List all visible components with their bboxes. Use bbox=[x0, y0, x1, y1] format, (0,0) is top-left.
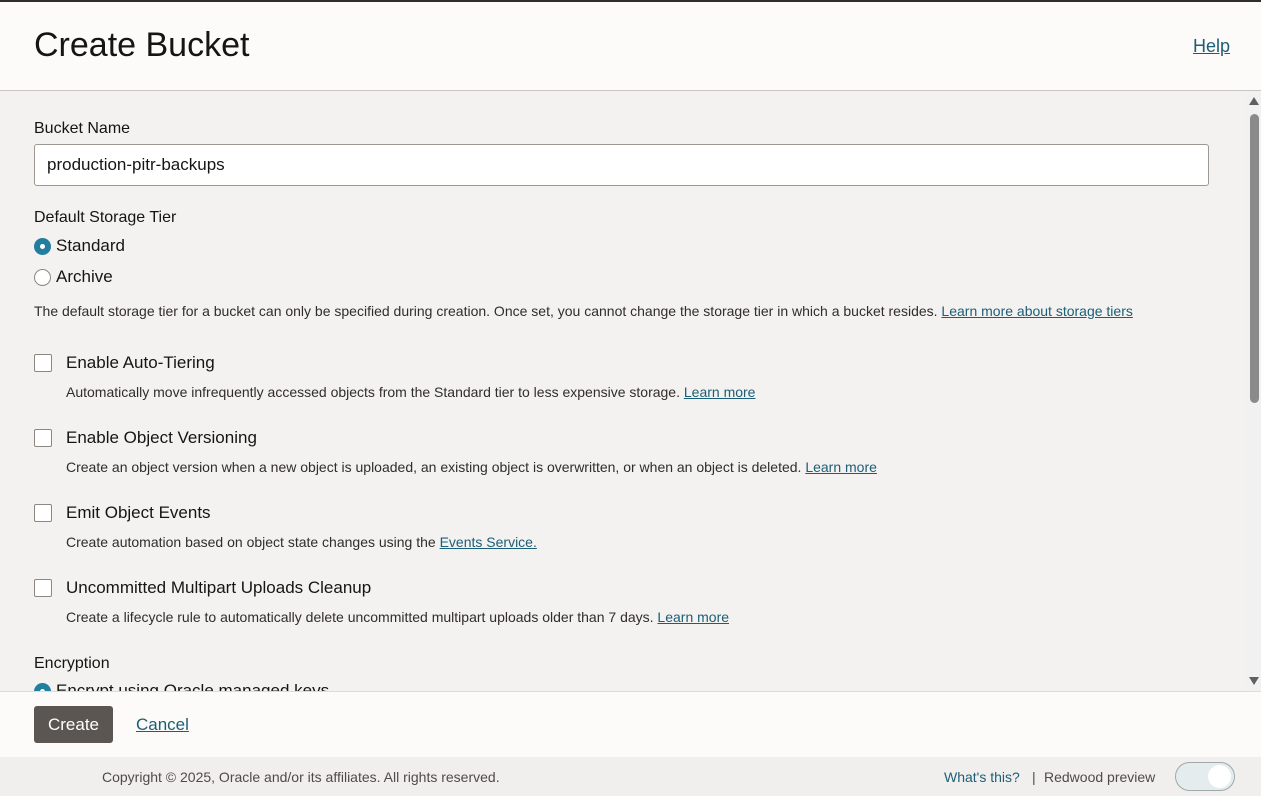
auto-tiering-checkbox[interactable] bbox=[34, 354, 52, 372]
object-versioning-checkbox[interactable] bbox=[34, 429, 52, 447]
object-versioning-label: Enable Object Versioning bbox=[66, 428, 257, 447]
bucket-name-input[interactable] bbox=[34, 144, 1209, 186]
whats-this-link[interactable]: What's this? bbox=[944, 769, 1020, 785]
object-versioning-learn-more-link[interactable]: Learn more bbox=[805, 459, 877, 475]
radio-selected-icon bbox=[34, 682, 51, 691]
help-link[interactable]: Help bbox=[1193, 36, 1230, 57]
multipart-cleanup-learn-more-link[interactable]: Learn more bbox=[657, 609, 729, 625]
storage-tier-help: The default storage tier for a bucket ca… bbox=[34, 303, 1133, 319]
auto-tiering-description-text: Automatically move infrequently accessed… bbox=[66, 384, 680, 400]
storage-tiers-learn-more-link[interactable]: Learn more about storage tiers bbox=[941, 303, 1132, 319]
scroll-up-arrow-icon[interactable] bbox=[1249, 97, 1259, 105]
toggle-knob bbox=[1208, 765, 1231, 788]
storage-tier-label: Default Storage Tier bbox=[34, 209, 177, 226]
emit-events-description-text: Create automation based on object state … bbox=[66, 534, 436, 550]
emit-events-description: Create automation based on object state … bbox=[66, 534, 537, 550]
emit-events-checkbox-row[interactable]: Emit Object Events bbox=[34, 503, 211, 523]
radio-standard-label: Standard bbox=[56, 236, 125, 255]
form-actions-bar: Create Cancel bbox=[0, 691, 1261, 758]
multipart-cleanup-description-text: Create a lifecycle rule to automatically… bbox=[66, 609, 654, 625]
redwood-preview-label: Redwood preview bbox=[1044, 769, 1156, 785]
radio-selected-icon bbox=[34, 237, 51, 255]
auto-tiering-label: Enable Auto-Tiering bbox=[66, 353, 215, 372]
footer-separator: | bbox=[1032, 769, 1036, 785]
auto-tiering-checkbox-row[interactable]: Enable Auto-Tiering bbox=[34, 353, 215, 373]
scrollbar-thumb[interactable] bbox=[1250, 114, 1259, 403]
radio-unselected-icon bbox=[34, 268, 51, 286]
radio-archive-label: Archive bbox=[56, 267, 113, 286]
multipart-cleanup-label: Uncommitted Multipart Uploads Cleanup bbox=[66, 578, 372, 597]
radio-oracle-managed-keys-label: Encrypt using Oracle managed keys bbox=[56, 681, 330, 691]
panel-header: Create Bucket Help bbox=[0, 2, 1261, 91]
auto-tiering-learn-more-link[interactable]: Learn more bbox=[684, 384, 756, 400]
redwood-preview-toggle[interactable] bbox=[1175, 762, 1235, 791]
object-versioning-checkbox-row[interactable]: Enable Object Versioning bbox=[34, 428, 257, 448]
copyright-text: Copyright © 2025, Oracle and/or its affi… bbox=[102, 769, 500, 785]
create-bucket-form: Bucket Name Default Storage Tier Standar… bbox=[0, 91, 1246, 691]
radio-archive[interactable]: Archive bbox=[34, 267, 113, 287]
page-title: Create Bucket bbox=[34, 26, 250, 64]
radio-standard[interactable]: Standard bbox=[34, 236, 125, 256]
vertical-scrollbar[interactable] bbox=[1246, 91, 1261, 691]
storage-tier-help-text: The default storage tier for a bucket ca… bbox=[34, 303, 938, 319]
events-service-link[interactable]: Events Service. bbox=[440, 534, 537, 550]
emit-events-label: Emit Object Events bbox=[66, 503, 211, 522]
page-footer: Copyright © 2025, Oracle and/or its affi… bbox=[0, 757, 1261, 796]
auto-tiering-description: Automatically move infrequently accessed… bbox=[66, 384, 755, 400]
cancel-link[interactable]: Cancel bbox=[136, 715, 189, 735]
create-button[interactable]: Create bbox=[34, 706, 113, 743]
encryption-label: Encryption bbox=[34, 655, 110, 672]
emit-events-checkbox[interactable] bbox=[34, 504, 52, 522]
object-versioning-description-text: Create an object version when a new obje… bbox=[66, 459, 802, 475]
object-versioning-description: Create an object version when a new obje… bbox=[66, 459, 877, 475]
bucket-name-label: Bucket Name bbox=[34, 120, 131, 137]
multipart-cleanup-checkbox[interactable] bbox=[34, 579, 52, 597]
multipart-cleanup-description: Create a lifecycle rule to automatically… bbox=[66, 609, 729, 625]
scroll-down-arrow-icon[interactable] bbox=[1249, 677, 1259, 685]
multipart-cleanup-checkbox-row[interactable]: Uncommitted Multipart Uploads Cleanup bbox=[34, 578, 371, 598]
radio-oracle-managed-keys[interactable]: Encrypt using Oracle managed keys bbox=[34, 681, 329, 691]
